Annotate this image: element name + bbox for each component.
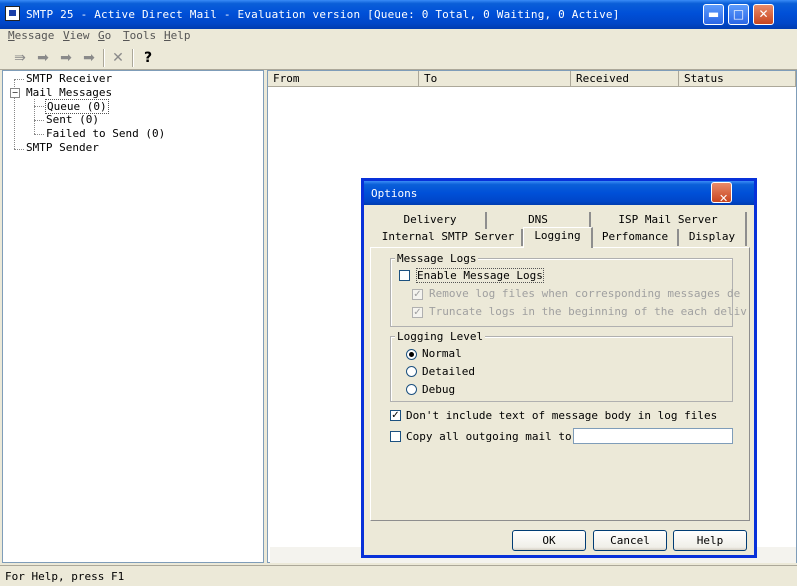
help-icon[interactable]: ? [139,50,157,66]
column-status[interactable]: Status [679,71,796,87]
tree-item-smtp-receiver[interactable]: SMTP Receiver [26,72,112,85]
status-text: For Help, press F1 [5,570,125,583]
dialog-close-button[interactable]: ✕ [711,182,732,205]
tree-item-sent[interactable]: Sent (0) [46,113,99,126]
folder-tree[interactable]: SMTP Receiver − Mail Messages Queue (0) … [2,70,264,563]
dialog-title-bar[interactable]: Options ✕ [364,181,754,205]
minimize-button[interactable]: ▬ [703,4,724,25]
check-icon: ✓ [413,307,422,318]
tree-item-queue[interactable]: Queue (0) [45,99,109,114]
tab-internal-smtp-server[interactable]: Internal SMTP Server [375,229,523,246]
tree-line [34,120,44,121]
toolbar-separator [103,49,105,67]
ok-button[interactable]: OK [512,530,586,551]
collapse-icon[interactable]: − [10,88,20,98]
tree-line [14,79,24,80]
send-receive-icon[interactable]: ⇛ [11,50,29,66]
tab-delivery[interactable]: Delivery [375,212,487,229]
close-button[interactable]: ✕ [753,4,774,25]
maximize-icon: □ [732,7,745,21]
window-title: SMTP 25 - Active Direct Mail - Evaluatio… [26,8,620,21]
app-icon [5,6,20,21]
column-received[interactable]: Received [571,71,679,87]
remove-logs-label: Remove log files when corresponding mess… [429,287,741,300]
tree-item-mail-messages[interactable]: Mail Messages [26,86,112,99]
tree-line [34,134,44,135]
column-to[interactable]: To [419,71,571,87]
minimize-icon: ▬ [707,7,720,21]
detailed-label[interactable]: Detailed [422,365,475,378]
tab-performance[interactable]: Perfomance [593,229,679,246]
forward-all-icon[interactable]: ➡ [57,50,75,66]
enable-logs-checkbox[interactable] [399,270,410,281]
menu-go[interactable]: Go [98,29,111,42]
logging-level-label: Logging Level [395,330,486,343]
maximize-button[interactable]: □ [728,4,749,25]
close-icon: ✕ [758,7,769,21]
normal-radio[interactable] [406,349,417,360]
dont-include-checkbox[interactable]: ✓ [390,410,401,421]
check-icon: ✓ [391,410,400,421]
cancel-button[interactable]: Cancel [593,530,667,551]
copy-address-input[interactable] [573,428,733,444]
toolbar: ⇛ ➡ ➡ ➡ ✕ ? [0,46,797,70]
tab-display[interactable]: Display [679,229,747,246]
logging-level-group: Logging Level Normal Detailed Debug [390,330,733,402]
menu-help[interactable]: Help [164,29,191,42]
message-logs-group: Message Logs Enable Message Logs ✓ Remov… [390,252,747,327]
column-from[interactable]: From [268,71,419,87]
menu-message[interactable]: Message [8,29,54,42]
normal-label[interactable]: Normal [422,347,462,360]
tree-item-smtp-sender[interactable]: SMTP Sender [26,141,99,154]
copy-all-checkbox[interactable] [390,431,401,442]
detailed-radio[interactable] [406,366,417,377]
tab-isp-mail-server[interactable]: ISP Mail Server [591,212,747,229]
menu-view[interactable]: View [63,29,90,42]
truncate-logs-label: Truncate logs in the beginning of the ea… [429,305,747,318]
forward-icon[interactable]: ➡ [34,50,52,66]
tree-item-failed[interactable]: Failed to Send (0) [46,127,165,140]
logging-tab-page: Message Logs Enable Message Logs ✓ Remov… [370,247,750,521]
debug-radio[interactable] [406,384,417,395]
window-title-bar[interactable]: SMTP 25 - Active Direct Mail - Evaluatio… [0,0,797,29]
close-icon: ✕ [719,192,729,205]
enable-logs-label[interactable]: Enable Message Logs [416,268,544,283]
remove-logs-checkbox[interactable]: ✓ [412,289,423,300]
dialog-title: Options [371,187,418,200]
tree-line [34,99,35,134]
truncate-logs-checkbox[interactable]: ✓ [412,307,423,318]
delete-icon[interactable]: ✕ [109,50,127,66]
check-icon: ✓ [413,289,422,300]
toolbar-separator [132,49,134,67]
dont-include-label[interactable]: Don't include text of message body in lo… [406,409,717,422]
message-logs-label: Message Logs [395,252,479,265]
options-dialog: Options ✕ Delivery DNS ISP Mail Server I… [361,178,757,558]
debug-label[interactable]: Debug [422,383,455,396]
copy-all-label[interactable]: Copy all outgoing mail to: [406,430,578,443]
tree-line [34,106,44,107]
tab-logging[interactable]: Logging [523,227,593,248]
forward-next-icon[interactable]: ➡ [80,50,98,66]
menu-tools[interactable]: Tools [123,29,156,42]
menu-bar: Message View Go Tools Help [0,29,797,46]
help-button[interactable]: Help [673,530,747,551]
tree-line [14,149,24,150]
status-bar: For Help, press F1 [0,565,797,586]
